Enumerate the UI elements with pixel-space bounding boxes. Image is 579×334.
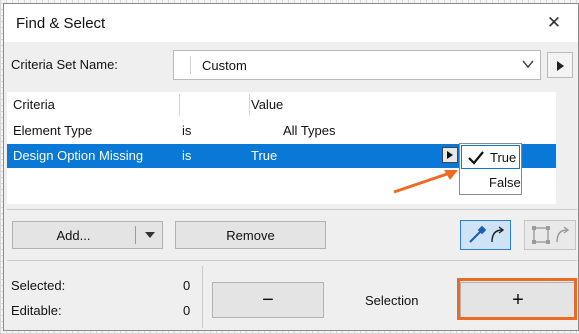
option-false[interactable]: False — [489, 175, 521, 190]
criteria-set-combo[interactable]: Custom — [173, 50, 541, 80]
chevron-down-icon[interactable] — [145, 232, 155, 238]
row-criteria: Design Option Missing — [13, 148, 144, 163]
add-button[interactable]: Add... — [12, 221, 163, 249]
divider — [7, 260, 577, 261]
row-value: All Types — [283, 123, 336, 138]
row-criteria: Element Type — [13, 123, 93, 138]
vertical-divider — [202, 266, 203, 328]
editable-label: Editable: — [11, 303, 62, 318]
option-true[interactable]: True — [461, 145, 520, 169]
title-bar: Find & Select ✕ — [4, 4, 578, 42]
row-operator: is — [182, 123, 192, 138]
eyedropper-icon — [469, 225, 487, 243]
dialog-title: Find & Select — [16, 15, 106, 32]
criteria-set-menu-button[interactable] — [547, 52, 573, 78]
option-true-label: True — [490, 150, 517, 165]
close-icon[interactable]: ✕ — [542, 11, 566, 35]
editable-count: 0 — [183, 303, 191, 318]
header-criteria: Criteria — [13, 97, 55, 112]
table-row[interactable]: Element Type is All Types — [7, 119, 556, 143]
combo-separator — [190, 56, 191, 74]
deselect-button[interactable]: − — [212, 282, 324, 318]
annotation-highlight-frame — [457, 278, 577, 320]
turn-arrow-icon — [491, 226, 505, 243]
selection-label: Selection — [365, 293, 419, 308]
header-value: Value — [251, 97, 284, 112]
value-dropdown: True False — [459, 143, 522, 195]
play-arrow-icon — [447, 151, 453, 159]
remove-button-label: Remove — [226, 228, 275, 243]
turn-arrow-icon — [556, 226, 570, 243]
header-separator — [179, 94, 180, 116]
header-separator — [249, 94, 250, 116]
row-value: True — [251, 148, 278, 163]
divider — [7, 209, 577, 210]
selected-count: 0 — [183, 278, 191, 293]
find-select-dialog: Find & Select ✕ Criteria Set Name: Custo… — [3, 3, 579, 331]
criteria-set-value: Custom — [202, 58, 247, 73]
chevron-down-icon — [522, 60, 534, 69]
remove-button[interactable]: Remove — [175, 221, 326, 249]
row-operator: is — [182, 148, 192, 163]
marquee-select-icon — [532, 226, 550, 244]
value-picker-button[interactable] — [442, 147, 458, 163]
criteria-set-label: Criteria Set Name: — [11, 57, 118, 72]
pick-parameters-tool[interactable] — [460, 220, 511, 250]
checkmark-icon — [468, 151, 484, 165]
annotation-arrow — [393, 170, 458, 194]
play-arrow-icon — [557, 61, 564, 71]
minus-icon: − — [262, 289, 274, 311]
selected-label: Selected: — [11, 278, 66, 293]
marquee-selection-tool[interactable] — [524, 220, 576, 250]
add-button-label: Add... — [56, 228, 91, 243]
split-divider — [135, 226, 136, 244]
